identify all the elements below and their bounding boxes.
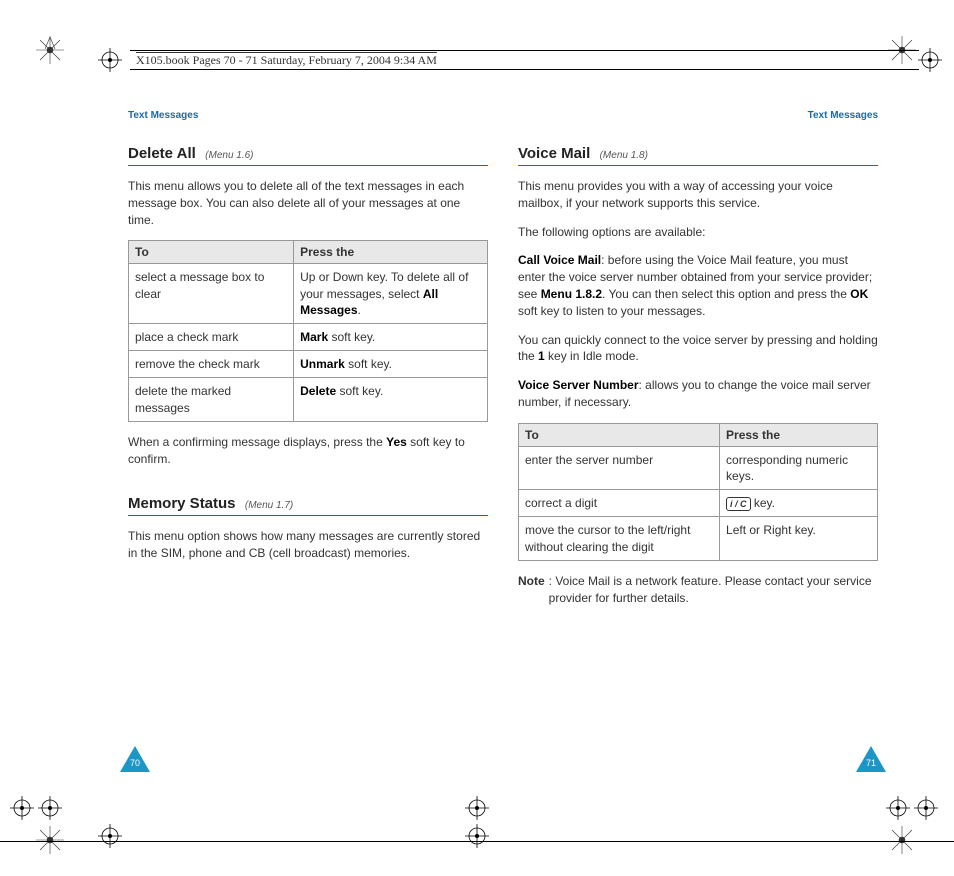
heading-title: Memory Status — [128, 495, 236, 512]
crosshair-icon — [886, 796, 916, 826]
table-row: enter the server number corresponding nu… — [519, 446, 878, 489]
cell-to: enter the server number — [519, 446, 720, 489]
menu-tag: (Menu 1.8) — [600, 150, 648, 161]
crosshair-icon — [914, 796, 944, 826]
page-number: 70 — [120, 758, 150, 768]
cell-to: correct a digit — [519, 490, 720, 517]
voice-server-number-para: Voice Server Number: allows you to chang… — [518, 377, 878, 411]
cell-press: Mark soft key. — [294, 323, 488, 350]
crosshair-icon — [10, 796, 40, 826]
cell-to: move the cursor to the left/right withou… — [519, 517, 720, 560]
table-head-press: Press the — [294, 241, 488, 264]
section-heading-delete-all: Delete All (Menu 1.6) — [128, 145, 488, 166]
quick-connect-para: You can quickly connect to the voice ser… — [518, 332, 878, 366]
section-heading-memory-status: Memory Status (Menu 1.7) — [128, 495, 488, 516]
table-row: correct a digit i / C key. — [519, 490, 878, 517]
page-right: Text Messages Voice Mail (Menu 1.8) This… — [518, 110, 878, 810]
confirm-text: When a confirming message displays, pres… — [128, 434, 488, 468]
cell-to: delete the marked messages — [129, 378, 294, 421]
cell-press: Delete soft key. — [294, 378, 488, 421]
cell-press: Unmark soft key. — [294, 351, 488, 378]
heading-title: Delete All — [128, 145, 196, 162]
chapter-label: Text Messages — [128, 110, 488, 121]
options-line: The following options are available: — [518, 224, 878, 241]
voice-mail-table: To Press the enter the server number cor… — [518, 423, 878, 561]
note-text: : Voice Mail is a network feature. Pleas… — [549, 573, 878, 607]
page-number: 71 — [856, 758, 886, 768]
delete-all-table: To Press the select a message box to cle… — [128, 240, 488, 421]
cell-press: corresponding numeric keys. — [720, 446, 878, 489]
menu-tag: (Menu 1.7) — [245, 500, 293, 511]
memory-status-body: This menu option shows how many messages… — [128, 528, 488, 562]
cell-to: remove the check mark — [129, 351, 294, 378]
table-row: place a check mark Mark soft key. — [129, 323, 488, 350]
table-row: select a message box to clear Up or Down… — [129, 264, 488, 324]
table-row: delete the marked messages Delete soft k… — [129, 378, 488, 421]
crosshair-icon — [38, 796, 68, 826]
heading-title: Voice Mail — [518, 145, 590, 162]
table-head-to: To — [129, 241, 294, 264]
crosshair-icon — [98, 824, 128, 854]
bottom-rule — [0, 841, 954, 842]
cell-press: Left or Right key. — [720, 517, 878, 560]
cell-to: select a message box to clear — [129, 264, 294, 324]
voice-mail-intro: This menu provides you with a way of acc… — [518, 178, 878, 212]
menu-tag: (Menu 1.6) — [205, 150, 253, 161]
call-voice-mail-para: Call Voice Mail: before using the Voice … — [518, 252, 878, 319]
note-label: Note — [518, 573, 545, 607]
cell-press: i / C key. — [720, 490, 878, 517]
crosshair-icon — [918, 48, 948, 78]
page-left: Text Messages Delete All (Menu 1.6) This… — [128, 110, 488, 810]
intro-text: This menu allows you to delete all of th… — [128, 178, 488, 228]
chapter-label: Text Messages — [518, 110, 878, 121]
crosshair-icon — [98, 48, 128, 78]
table-row: move the cursor to the left/right withou… — [519, 517, 878, 560]
cell-to: place a check mark — [129, 323, 294, 350]
cell-press: Up or Down key. To delete all of your me… — [294, 264, 488, 324]
book-header-bar: X105.book Pages 70 - 71 Saturday, Februa… — [130, 50, 919, 70]
cancel-key-icon: i / C — [726, 497, 751, 511]
crosshair-icon — [465, 824, 495, 854]
section-heading-voice-mail: Voice Mail (Menu 1.8) — [518, 145, 878, 166]
table-head-to: To — [519, 423, 720, 446]
header-text: X105.book Pages 70 - 71 Saturday, Februa… — [136, 53, 437, 67]
note-block: Note : Voice Mail is a network feature. … — [518, 573, 878, 607]
table-row: remove the check mark Unmark soft key. — [129, 351, 488, 378]
table-head-press: Press the — [720, 423, 878, 446]
reg-star-icon — [36, 36, 66, 66]
